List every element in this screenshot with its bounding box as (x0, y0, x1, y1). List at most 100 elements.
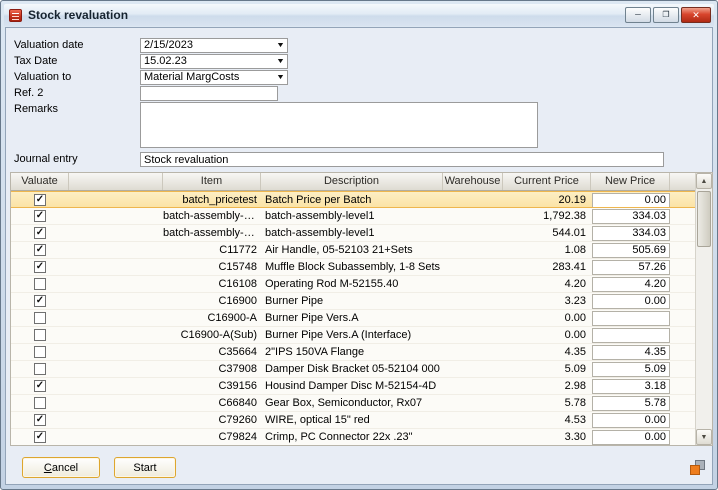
valuate-cell[interactable] (11, 276, 69, 292)
valuation-to-combo[interactable]: Material MargCosts ▼ (140, 70, 288, 85)
valuate-checkbox[interactable] (34, 312, 46, 324)
valuate-cell[interactable]: ✓ (11, 242, 69, 258)
new-price-cell[interactable] (591, 310, 670, 326)
warehouse-cell[interactable] (443, 242, 503, 258)
description-cell[interactable]: Muffle Block Subassembly, 1-8 Sets (261, 259, 443, 275)
warehouse-cell[interactable] (443, 327, 503, 343)
valuate-cell[interactable]: ✓ (11, 378, 69, 394)
valuate-cell[interactable]: ✓ (11, 259, 69, 275)
table-row[interactable]: ✓batch_pricetestBatch Price per Batch20.… (11, 191, 695, 208)
valuate-cell[interactable] (11, 327, 69, 343)
new-price-input[interactable]: 334.03 (592, 209, 670, 224)
scroll-down-icon[interactable]: ▼ (696, 429, 712, 445)
warehouse-cell[interactable] (443, 310, 503, 326)
valuate-cell[interactable]: ✓ (11, 412, 69, 428)
table-row[interactable]: C66840Gear Box, Semiconductor, Rx075.785… (11, 395, 695, 412)
description-cell[interactable]: 2"IPS 150VA Flange (261, 344, 443, 360)
warehouse-cell[interactable] (443, 429, 503, 445)
item-cell[interactable]: C39156 (163, 378, 261, 394)
description-cell[interactable]: Burner Pipe Vers.A (Interface) (261, 327, 443, 343)
new-price-input[interactable] (592, 328, 670, 343)
table-row[interactable]: C37908Damper Disk Bracket 05-52104 000 5.… (11, 361, 695, 378)
description-cell[interactable]: Damper Disk Bracket 05-52104 000 (261, 361, 443, 377)
valuate-cell[interactable]: ✓ (11, 293, 69, 309)
description-cell[interactable]: Batch Price per Batch (261, 192, 443, 207)
warehouse-cell[interactable] (443, 361, 503, 377)
column-header-item[interactable]: Item (163, 173, 261, 190)
valuate-cell[interactable] (11, 344, 69, 360)
warehouse-cell[interactable] (443, 344, 503, 360)
table-row[interactable]: ✓C79260WIRE, optical 15" red4.530.00 (11, 412, 695, 429)
new-price-cell[interactable]: 5.78 (591, 395, 670, 411)
description-cell[interactable]: Burner Pipe (261, 293, 443, 309)
item-cell[interactable]: C16900-A(Sub) (163, 327, 261, 343)
item-cell[interactable]: C11772 (163, 242, 261, 258)
column-header-valuate[interactable]: Valuate (11, 173, 69, 190)
column-header-new-price[interactable]: New Price (591, 173, 670, 190)
column-header-description[interactable]: Description (261, 173, 443, 190)
item-cell[interactable]: batch-assembly-lev... (163, 208, 261, 224)
new-price-cell[interactable]: 334.03 (591, 225, 670, 241)
valuation-date-combo[interactable]: 2/15/2023 ▼ (140, 38, 288, 53)
cancel-button[interactable]: Cancel (22, 457, 100, 478)
description-cell[interactable]: Burner Pipe Vers.A (261, 310, 443, 326)
start-button[interactable]: Start (114, 457, 176, 478)
item-cell[interactable]: C37908 (163, 361, 261, 377)
warehouse-cell[interactable] (443, 412, 503, 428)
new-price-cell[interactable]: 0.00 (591, 192, 670, 207)
valuate-checkbox[interactable]: ✓ (34, 261, 46, 273)
new-price-cell[interactable]: 4.35 (591, 344, 670, 360)
valuate-cell[interactable]: ✓ (11, 225, 69, 241)
item-cell[interactable]: batch_pricetest (163, 192, 261, 207)
new-price-cell[interactable]: 505.69 (591, 242, 670, 258)
item-cell[interactable]: C16900 (163, 293, 261, 309)
valuate-checkbox[interactable] (34, 397, 46, 409)
item-cell[interactable]: C16108 (163, 276, 261, 292)
new-price-cell[interactable]: 5.09 (591, 361, 670, 377)
table-row[interactable]: ✓C39156Housind Damper Disc M-52154-4D2.9… (11, 378, 695, 395)
description-cell[interactable]: Crimp, PC Connector 22x .23" (261, 429, 443, 445)
maximize-button[interactable]: ❐ (653, 7, 679, 23)
new-price-cell[interactable]: 334.03 (591, 208, 670, 224)
valuate-checkbox[interactable]: ✓ (34, 431, 46, 443)
form-settings-icon[interactable] (690, 460, 705, 475)
new-price-input[interactable]: 3.18 (592, 379, 670, 394)
item-cell[interactable]: C16900-A (163, 310, 261, 326)
item-cell[interactable]: C15748 (163, 259, 261, 275)
valuate-cell[interactable]: ✓ (11, 192, 69, 207)
new-price-cell[interactable]: 3.18 (591, 378, 670, 394)
description-cell[interactable]: Operating Rod M-52155.40 (261, 276, 443, 292)
valuate-checkbox[interactable]: ✓ (34, 227, 46, 239)
valuate-checkbox[interactable]: ✓ (34, 414, 46, 426)
new-price-cell[interactable]: 4.20 (591, 276, 670, 292)
description-cell[interactable]: Air Handle, 05-52103 21+Sets (261, 242, 443, 258)
table-row[interactable]: C356642"IPS 150VA Flange4.354.35 (11, 344, 695, 361)
valuate-checkbox[interactable] (34, 329, 46, 341)
new-price-cell[interactable]: 57.26 (591, 259, 670, 275)
valuate-checkbox[interactable]: ✓ (34, 244, 46, 256)
warehouse-cell[interactable] (443, 395, 503, 411)
new-price-input[interactable]: 5.09 (592, 362, 670, 377)
table-row[interactable]: ✓C79824Crimp, PC Connector 22x .23"3.300… (11, 429, 695, 445)
new-price-input[interactable]: 0.00 (592, 193, 670, 207)
minimize-button[interactable]: ─ (625, 7, 651, 23)
item-cell[interactable]: batch-assembly-lev... (163, 225, 261, 241)
new-price-input[interactable]: 5.78 (592, 396, 670, 411)
table-row[interactable]: ✓C16900Burner Pipe3.230.00 (11, 293, 695, 310)
valuate-checkbox[interactable]: ✓ (34, 194, 46, 206)
new-price-input[interactable]: 0.00 (592, 430, 670, 445)
table-row[interactable]: ✓batch-assembly-lev...batch-assembly-lev… (11, 225, 695, 242)
item-cell[interactable]: C35664 (163, 344, 261, 360)
table-row[interactable]: ✓batch-assembly-lev...batch-assembly-lev… (11, 208, 695, 225)
scroll-up-icon[interactable]: ▲ (696, 173, 712, 189)
table-row[interactable]: C16900-A(Sub)Burner Pipe Vers.A (Interfa… (11, 327, 695, 344)
new-price-input[interactable]: 57.26 (592, 260, 670, 275)
chevron-down-icon[interactable]: ▼ (276, 71, 285, 84)
warehouse-cell[interactable] (443, 208, 503, 224)
valuate-cell[interactable]: ✓ (11, 208, 69, 224)
table-row[interactable]: C16108Operating Rod M-52155.404.204.20 (11, 276, 695, 293)
table-row[interactable]: ✓C11772Air Handle, 05-52103 21+Sets1.085… (11, 242, 695, 259)
column-header-warehouse[interactable]: Warehouse (443, 173, 503, 190)
description-cell[interactable]: Gear Box, Semiconductor, Rx07 (261, 395, 443, 411)
ref2-input[interactable] (140, 86, 278, 101)
